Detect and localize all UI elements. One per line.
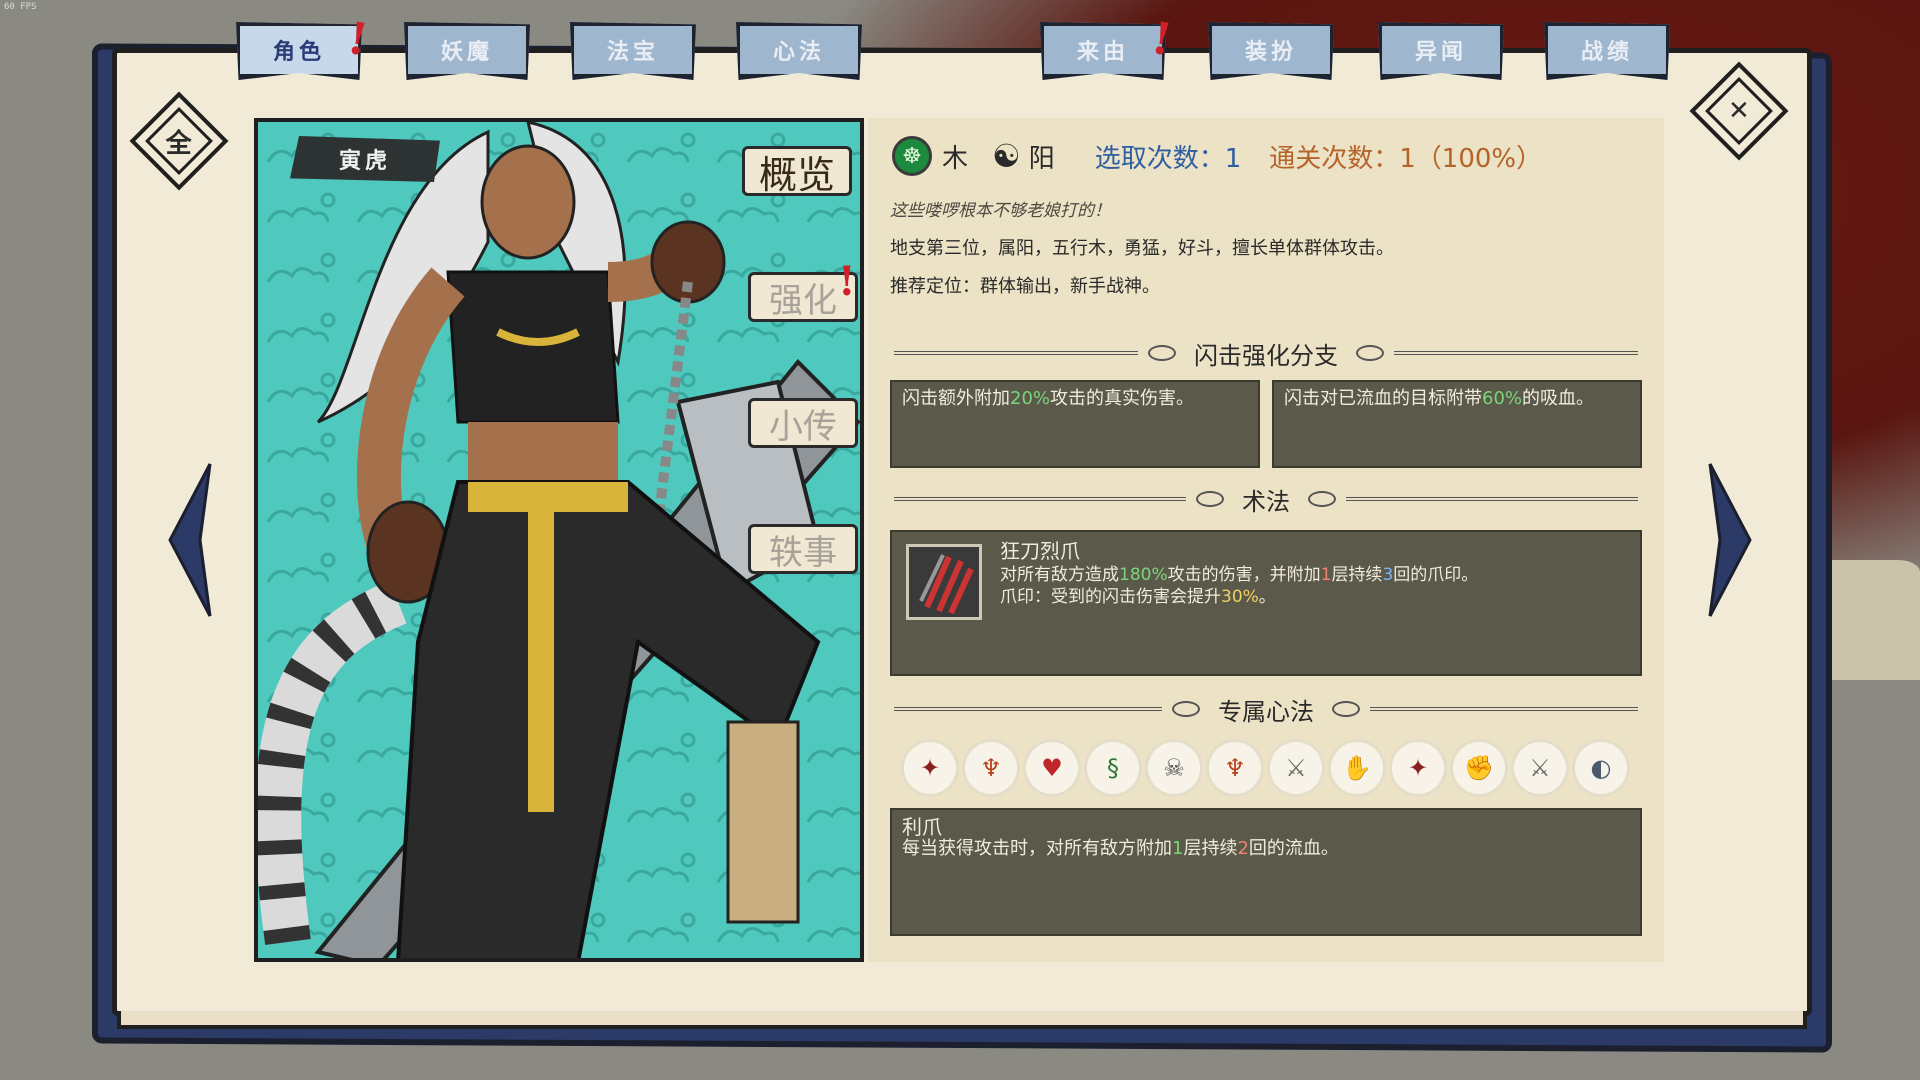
- skull-icon[interactable]: ☠: [1148, 742, 1200, 794]
- attribute-row: ☸ 木 ☯ 阳 选取次数：1 通关次数：1（100%）: [892, 136, 1542, 176]
- mind-art-name: 利爪: [902, 815, 942, 839]
- branch-section-title: 闪击强化分支: [888, 338, 1644, 370]
- mind-section-title: 专属心法: [888, 694, 1644, 726]
- tab-treasures[interactable]: 法宝: [570, 22, 696, 80]
- skill-panel: 狂刀烈爪 对所有敌方造成180%攻击的伤害，并附加1层持续3回的爪印。 爪印：受…: [890, 530, 1642, 676]
- skill-name: 狂刀烈爪: [1000, 539, 1080, 563]
- character-quote: 这些喽啰根本不够老娘打的！: [890, 201, 1111, 221]
- prev-character-arrow-icon[interactable]: [164, 460, 216, 620]
- dragon-icon[interactable]: ♆: [965, 742, 1017, 794]
- next-character-arrow-icon[interactable]: [1704, 460, 1756, 620]
- claw-icon[interactable]: ✦: [1392, 742, 1444, 794]
- character-role: 推荐定位：群体输出，新手战神。: [890, 276, 1160, 297]
- pick-count: 选取次数：1: [1094, 143, 1242, 174]
- bloody-blade-icon[interactable]: ⚔: [1270, 742, 1322, 794]
- branch-option-left[interactable]: 闪击额外附加20%攻击的真实伤害。: [890, 380, 1260, 468]
- claw-slash-icon: [906, 544, 982, 620]
- character-description: 地支第三位，属阳，五行木，勇猛，好斗，擅长单体群体攻击。: [890, 238, 1394, 259]
- tab-anecdotes[interactable]: 异闻: [1378, 22, 1504, 80]
- claw-icon[interactable]: ✦: [904, 742, 956, 794]
- skill-section-title: 术法: [888, 484, 1644, 516]
- polarity-label: 阳: [1028, 143, 1055, 174]
- close-icon: ✕: [1728, 95, 1750, 126]
- branch-option-right[interactable]: 闪击对已流血的目标附带60%的吸血。: [1272, 380, 1642, 468]
- fps-counter: 60 FPS: [4, 2, 37, 12]
- tab-records[interactable]: 战绩: [1544, 22, 1670, 80]
- mind-art-icons: ✦ ♆ ♥ § ☠ ♆ ⚔ ✋ ✦ ✊ ⚔ ◐: [904, 742, 1644, 802]
- tab-demons[interactable]: 妖魔: [404, 22, 530, 80]
- element-label: 木: [942, 143, 969, 174]
- shield-icon[interactable]: ◐: [1575, 742, 1627, 794]
- mind-art-detail: 利爪 每当获得攻击时，对所有敌方附加1层持续2回的流血。: [890, 808, 1642, 936]
- character-name: 寅虎: [290, 136, 440, 182]
- tab-origins[interactable]: 来由: [1040, 22, 1166, 80]
- all-filter-label: 全: [165, 128, 193, 159]
- dragon-icon[interactable]: ♆: [1209, 742, 1261, 794]
- arm-icon[interactable]: ✋: [1331, 742, 1383, 794]
- fist-icon[interactable]: ✊: [1453, 742, 1505, 794]
- broken-heart-icon[interactable]: ♥: [1026, 742, 1078, 794]
- snake-icon[interactable]: §: [1087, 742, 1139, 794]
- mind-art-desc: 每当获得攻击时，对所有敌方附加1层持续2回的流血。: [902, 838, 1339, 859]
- tab-character[interactable]: 角色: [236, 22, 362, 80]
- side-tab-anecdotes[interactable]: 轶事: [748, 524, 858, 574]
- tab-mind-arts[interactable]: 心法: [736, 22, 862, 80]
- bloody-blade-icon[interactable]: ⚔: [1514, 742, 1566, 794]
- tab-outfits[interactable]: 装扮: [1208, 22, 1334, 80]
- side-tab-biography[interactable]: 小传: [748, 398, 858, 448]
- yin-yang-icon: ☯: [992, 137, 1021, 175]
- skill-mark-line: 爪印：受到的闪击伤害会提升30%。: [1000, 587, 1276, 607]
- enhance-alert: !: [838, 258, 856, 305]
- skill-effect-line: 对所有敌方造成180%攻击的伤害，并附加1层持续3回的爪印。: [1000, 565, 1479, 585]
- wood-element-icon: ☸: [892, 136, 932, 176]
- clear-count: 通关次数：1（100%）: [1269, 143, 1543, 174]
- side-tab-overview[interactable]: 概览: [742, 146, 852, 197]
- info-panel: ☸ 木 ☯ 阳 选取次数：1 通关次数：1（100%） 这些喽啰根本不够老娘打的…: [868, 118, 1664, 962]
